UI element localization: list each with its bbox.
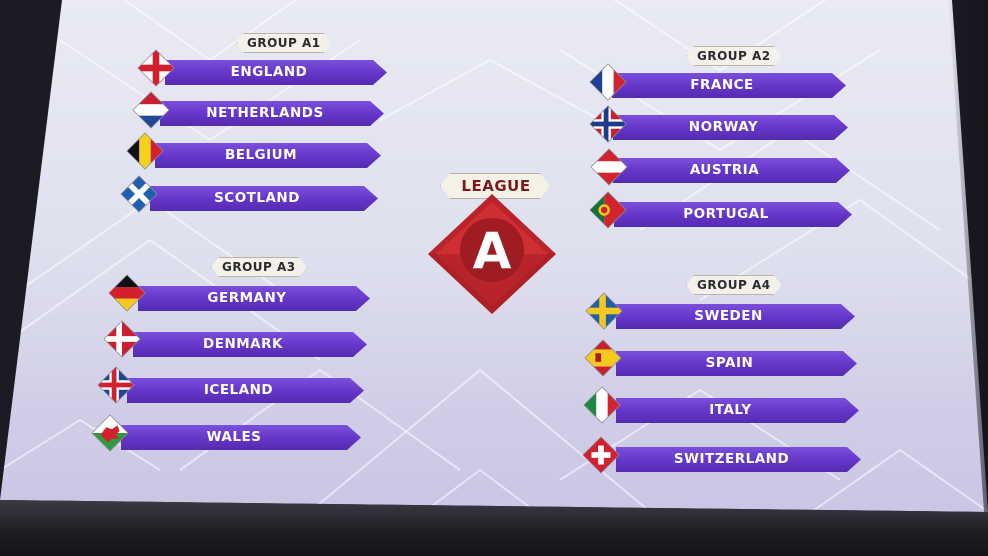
team-name: AUSTRIA (689, 162, 760, 178)
team-bar-belgium: BELGIUM (155, 143, 381, 168)
france-flag-icon (589, 63, 627, 101)
draw-stage: LEAGUE A GROUP A1 ENGLAND NETHERLANDS BE… (0, 0, 988, 556)
team-name: GERMANY (207, 290, 287, 306)
team-bar-iceland: ICELAND (127, 378, 364, 403)
germany-flag-icon (108, 274, 146, 312)
group-a1-label: GROUP A1 (236, 33, 332, 53)
belgium-flag-icon (126, 132, 164, 170)
spain-flag-icon (584, 339, 622, 377)
team-bar-norway: NORWAY (613, 115, 848, 140)
team-name: ITALY (709, 402, 752, 418)
group-a4-label: GROUP A4 (686, 275, 782, 295)
sweden-flag-icon (585, 292, 623, 330)
team-bar-denmark: DENMARK (133, 332, 367, 357)
team-name: WALES (206, 429, 262, 445)
team-name: NORWAY (688, 119, 759, 135)
team-name: DENMARK (203, 336, 283, 352)
team-bar-france: FRANCE (612, 73, 846, 98)
team-name: NETHERLANDS (206, 105, 324, 121)
italy-flag-icon (583, 386, 621, 424)
iceland-flag-icon (97, 366, 135, 404)
team-bar-spain: SPAIN (616, 351, 857, 376)
team-bar-netherlands: NETHERLANDS (160, 101, 384, 126)
team-bar-sweden: SWEDEN (616, 304, 855, 329)
team-name: SWITZERLAND (673, 451, 790, 467)
team-name: ICELAND (203, 382, 274, 398)
team-bar-portugal: PORTUGAL (614, 202, 852, 227)
team-name: BELGIUM (224, 147, 298, 163)
austria-flag-icon (590, 148, 628, 186)
team-bar-austria: AUSTRIA (613, 158, 850, 183)
league-a-emblem: A (428, 194, 556, 314)
england-flag-icon (137, 49, 175, 87)
team-bar-switzerland: SWITZERLAND (616, 447, 861, 472)
switzerland-flag-icon (582, 436, 620, 474)
scotland-flag-icon (120, 175, 158, 213)
team-name: ENGLAND (230, 64, 308, 80)
netherlands-flag-icon (132, 91, 170, 129)
team-name: SPAIN (705, 355, 754, 371)
team-bar-germany: GERMANY (138, 286, 370, 311)
team-bar-scotland: SCOTLAND (150, 186, 378, 211)
team-name: SWEDEN (694, 308, 763, 324)
team-bar-italy: ITALY (616, 398, 859, 423)
wales-flag-icon (91, 414, 129, 452)
team-name: PORTUGAL (683, 206, 769, 222)
team-bar-england: ENGLAND (165, 60, 387, 85)
team-name: SCOTLAND (214, 190, 300, 206)
league-letter: A (473, 222, 512, 280)
denmark-flag-icon (103, 320, 141, 358)
team-bar-wales: WALES (121, 425, 361, 450)
group-a3-label: GROUP A3 (211, 257, 307, 277)
norway-flag-icon (589, 105, 627, 143)
portugal-flag-icon (589, 191, 627, 229)
team-name: FRANCE (690, 77, 754, 93)
group-a2-label: GROUP A2 (686, 46, 782, 66)
